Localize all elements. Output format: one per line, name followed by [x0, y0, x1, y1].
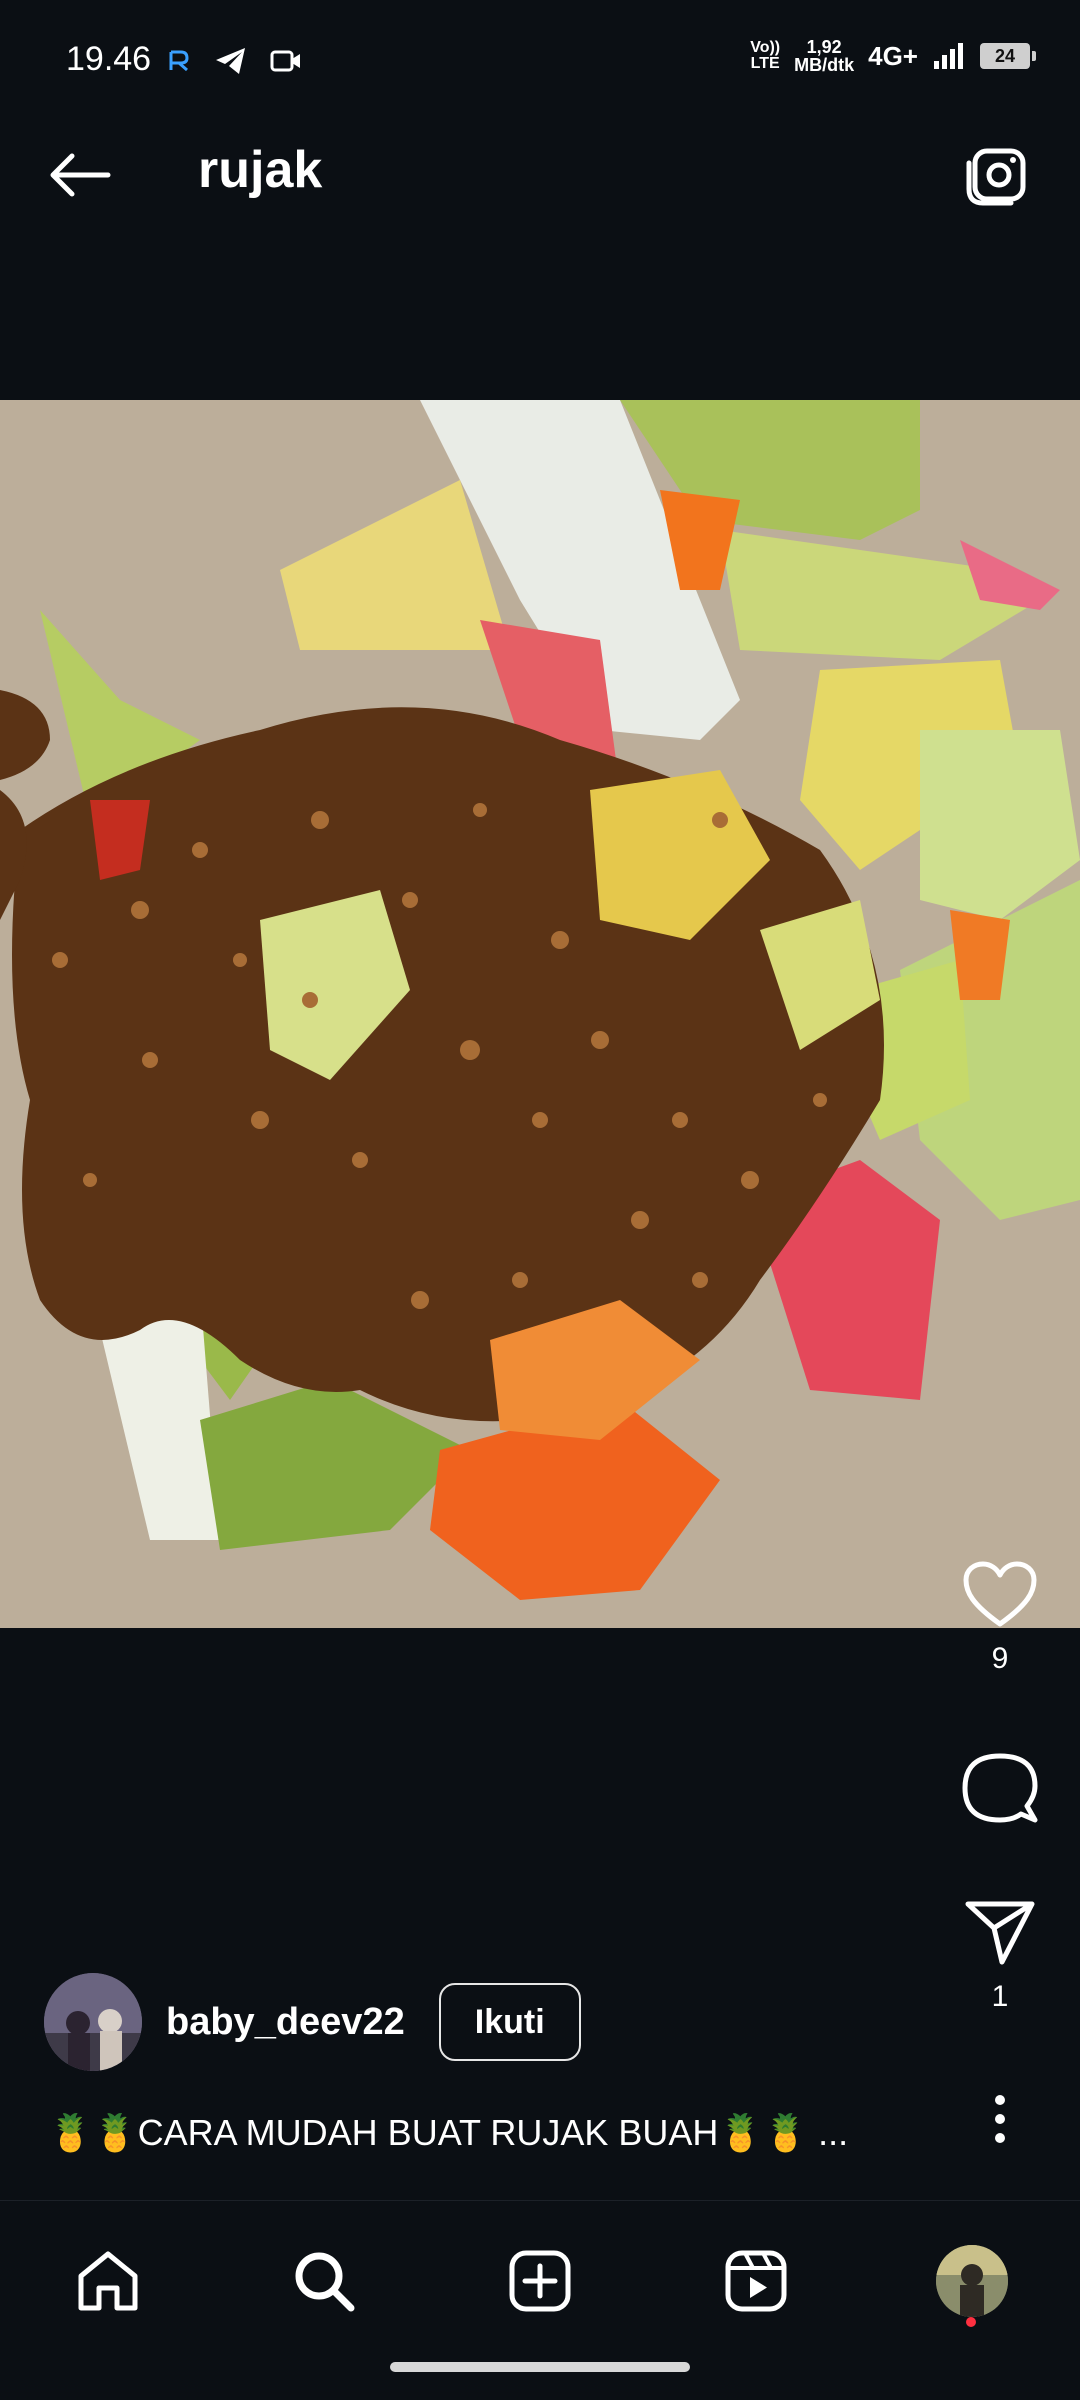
- home-icon: [78, 2251, 138, 2311]
- camera-button[interactable]: [956, 136, 1036, 216]
- heart-icon[interactable]: [962, 1560, 1038, 1628]
- more-options-icon[interactable]: [990, 2094, 1010, 2144]
- back-arrow-icon: [50, 153, 111, 197]
- network-type: 4G+: [868, 40, 918, 71]
- send-icon[interactable]: [964, 1900, 1036, 1966]
- author-username[interactable]: baby_deev22: [166, 2001, 405, 2044]
- status-notification-icons: [166, 46, 302, 76]
- comment-action: [950, 1750, 1050, 1826]
- like-action: 9: [950, 1560, 1050, 1676]
- follow-button[interactable]: Ikuti: [438, 1983, 581, 2061]
- like-count: 9: [991, 1642, 1009, 1675]
- data-saver-icon: [169, 50, 189, 72]
- search-icon: [295, 2252, 355, 2312]
- reels-icon: [725, 2250, 787, 2312]
- status-time: 19.46: [66, 40, 152, 78]
- nav-home[interactable]: [58, 2231, 158, 2331]
- comment-icon[interactable]: [961, 1750, 1039, 1826]
- battery-icon: 24: [980, 43, 1036, 69]
- page-title: rujak: [198, 141, 323, 199]
- nav-create[interactable]: [490, 2231, 590, 2331]
- more-options-action[interactable]: [950, 2094, 1050, 2144]
- author-row: baby_deev22 Ikuti: [44, 1972, 581, 2072]
- nav-reels[interactable]: [706, 2231, 806, 2331]
- profile-avatar: [936, 2245, 1008, 2317]
- create-icon: [509, 2250, 571, 2312]
- status-bar: 19.46 Vo)) LTE 1,92 MB/dtk 4G+ 24: [0, 0, 1080, 110]
- rujak-photo: [0, 400, 1080, 1628]
- video-call-icon: [270, 50, 300, 72]
- camera-icon: [966, 148, 1026, 206]
- profile-avatar-image: [936, 2245, 1008, 2317]
- home-indicator[interactable]: [390, 2362, 690, 2372]
- status-system-icons: Vo)) LTE 1,92 MB/dtk 4G+ 24: [750, 37, 1036, 75]
- header: rujak: [0, 110, 1080, 240]
- telegram-icon: [216, 48, 245, 74]
- nav-search[interactable]: [274, 2231, 374, 2331]
- post-image[interactable]: [0, 400, 1080, 1628]
- network-speed: 1,92 MB/dtk: [794, 37, 855, 75]
- author-avatar[interactable]: [44, 1973, 142, 2071]
- nav-profile[interactable]: [922, 2231, 1022, 2331]
- volte-indicator: Vo)) LTE: [750, 39, 781, 72]
- share-action: 1: [950, 1900, 1050, 2014]
- signal-icon: [934, 43, 963, 69]
- back-button[interactable]: [40, 140, 120, 210]
- notification-dot: [966, 2317, 976, 2327]
- share-count: 1: [991, 1980, 1009, 2013]
- post-caption[interactable]: 🍍🍍CARA MUDAH BUAT RUJAK BUAH🍍🍍 ...: [48, 2112, 848, 2154]
- avatar-image: [44, 1973, 142, 2071]
